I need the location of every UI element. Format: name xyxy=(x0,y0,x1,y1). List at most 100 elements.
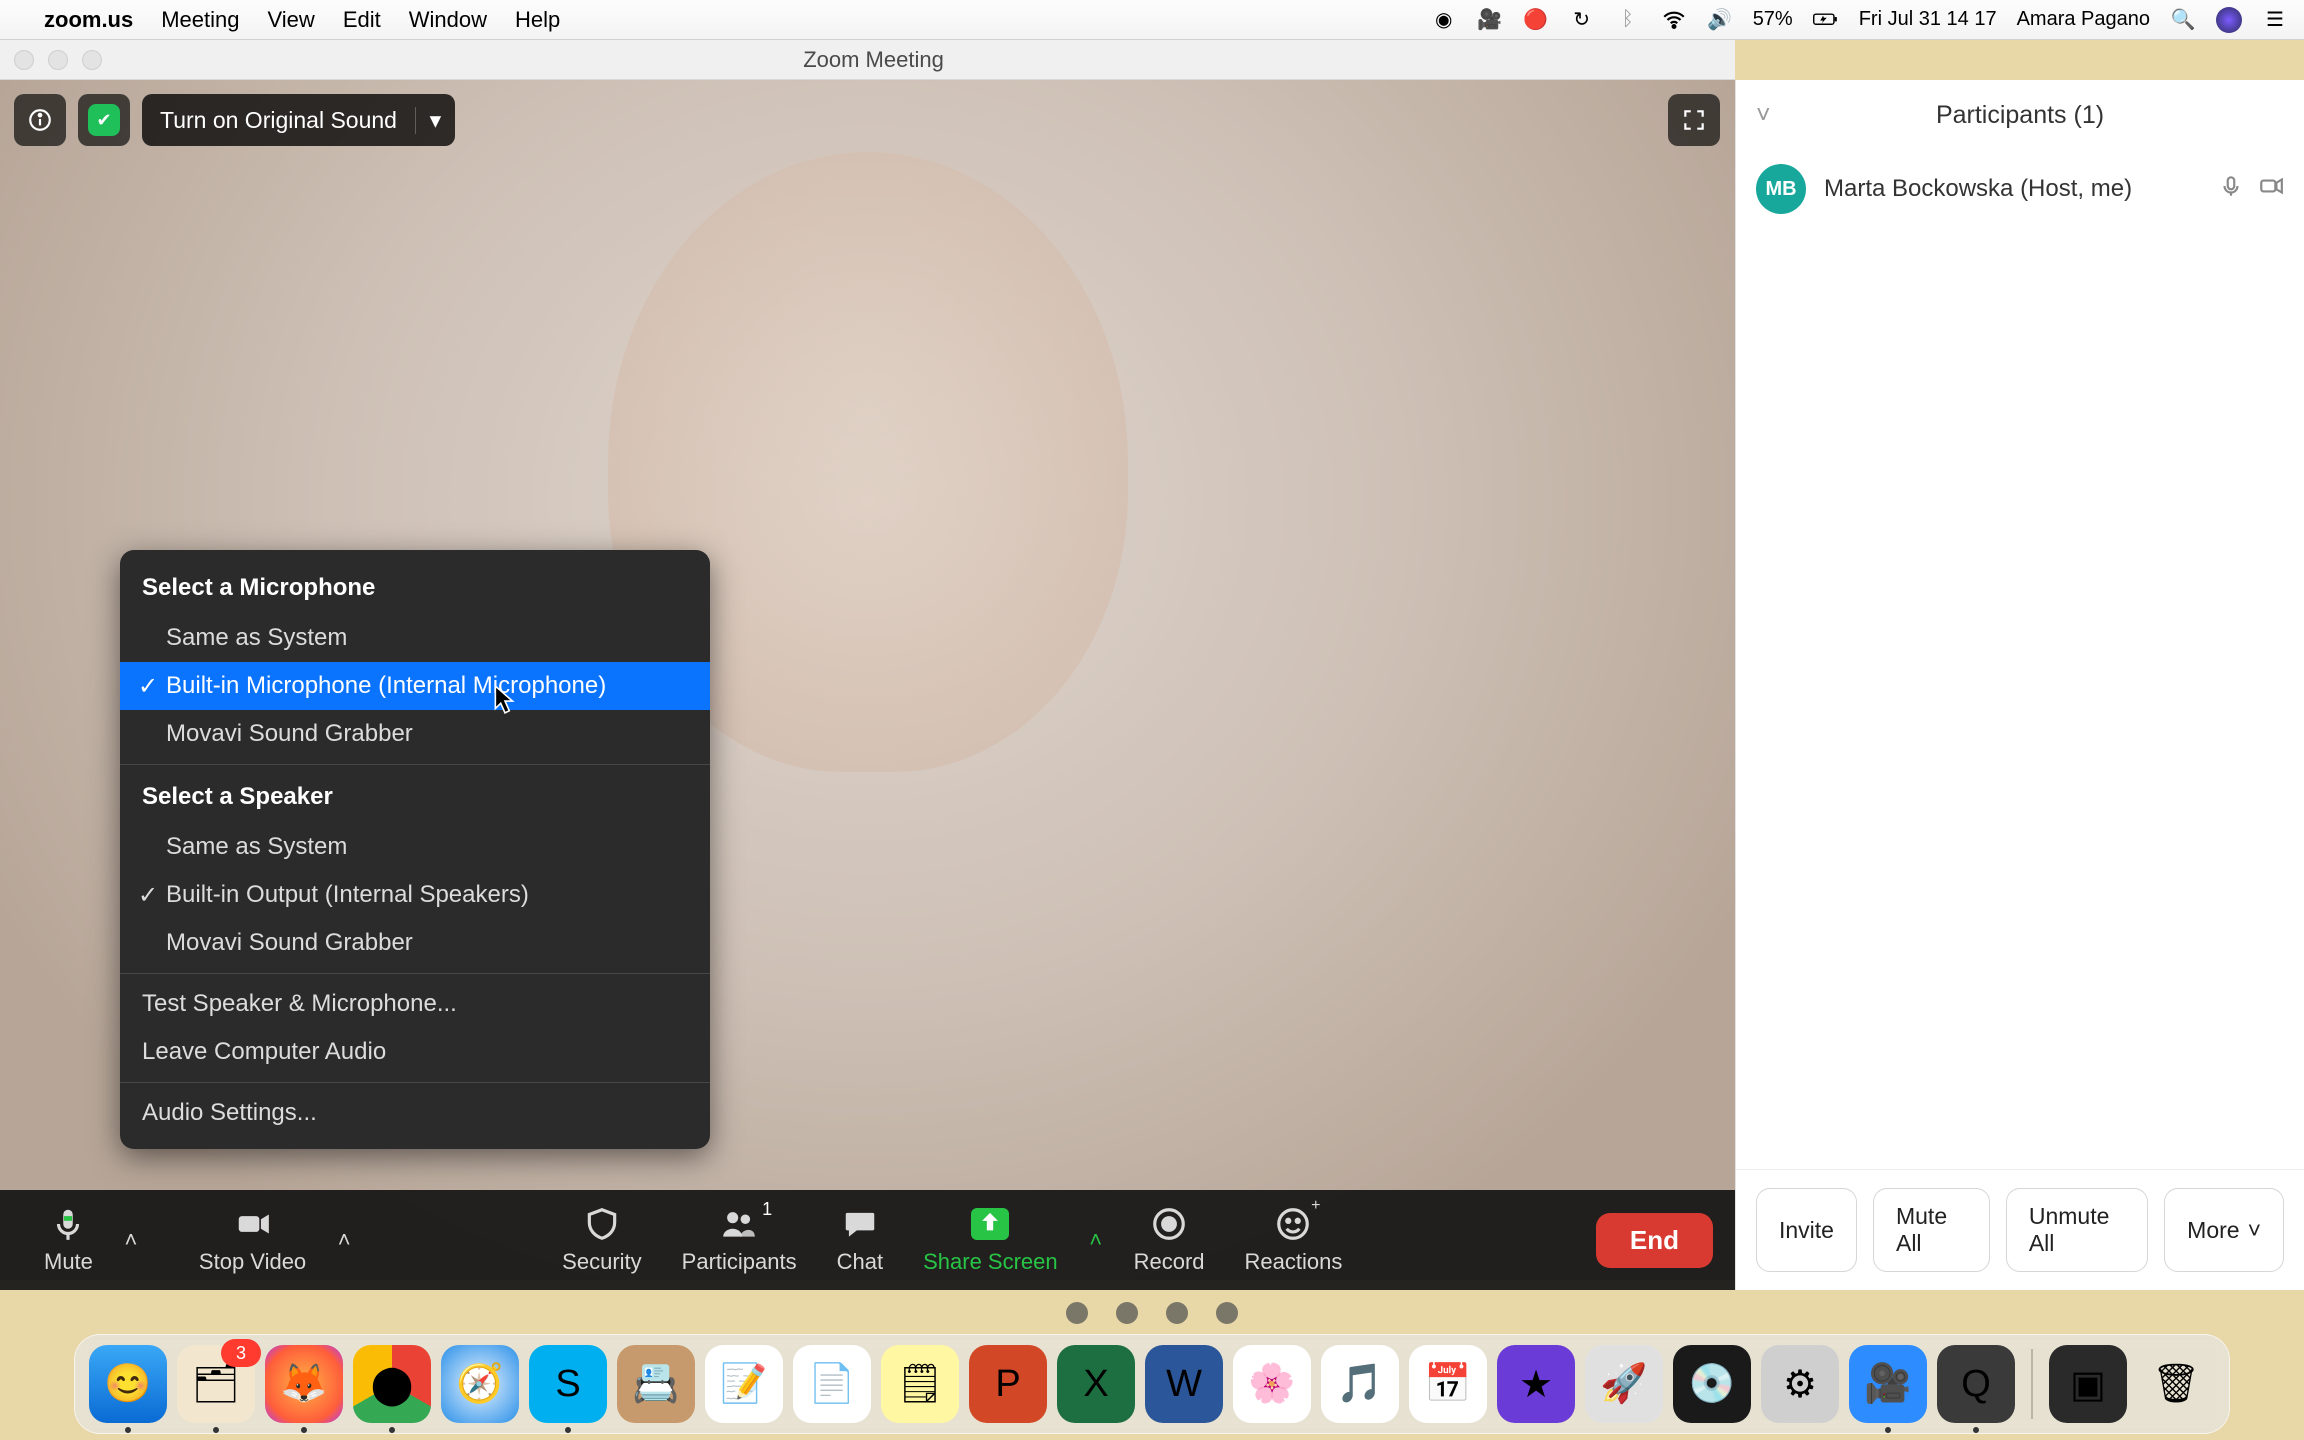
video-menu-caret[interactable]: ˄ xyxy=(326,1227,362,1253)
dock-app-calendar[interactable]: 📅 xyxy=(1409,1345,1487,1423)
mic-option-builtin[interactable]: Built-in Microphone (Internal Microphone… xyxy=(120,662,710,710)
dock-separator xyxy=(2031,1349,2033,1419)
microphone-icon xyxy=(49,1205,87,1243)
original-sound-toggle[interactable]: Turn on Original Sound ▾ xyxy=(142,94,455,146)
encryption-status-button[interactable]: ✔ xyxy=(78,94,130,146)
share-screen-label: Share Screen xyxy=(923,1249,1058,1275)
more-button[interactable]: More ˅ xyxy=(2164,1188,2284,1272)
menubar-app-name[interactable]: zoom.us xyxy=(44,7,133,33)
menu-separator xyxy=(120,764,710,765)
recorder-status-icon[interactable]: 🔴 xyxy=(1523,7,1549,33)
dock-app-music[interactable]: 🎵 xyxy=(1321,1345,1399,1423)
dock-app-screen-recording[interactable]: ▣ xyxy=(2049,1345,2127,1423)
dock-app-excel[interactable]: X xyxy=(1057,1345,1135,1423)
invite-button[interactable]: Invite xyxy=(1756,1188,1857,1272)
dock-app-chrome[interactable]: ⬤ xyxy=(353,1345,431,1423)
battery-percent[interactable]: 57% xyxy=(1753,8,1793,31)
test-speaker-mic[interactable]: Test Speaker & Microphone... xyxy=(120,980,710,1028)
dock-app-trash[interactable]: 🗑 xyxy=(2137,1345,2215,1423)
spk-option-movavi[interactable]: Movavi Sound Grabber xyxy=(120,919,710,967)
shield-icon: ✔ xyxy=(88,104,120,136)
dock-app-photos[interactable]: 🌸 xyxy=(1233,1345,1311,1423)
minimize-window-icon[interactable] xyxy=(48,50,68,70)
dock-running-indicator-icon xyxy=(565,1427,571,1433)
dock-app-system-preferences[interactable]: ⚙ xyxy=(1761,1345,1839,1423)
menubar-item-meeting[interactable]: Meeting xyxy=(161,7,239,33)
dock-app-safari[interactable]: 🧭 xyxy=(441,1345,519,1423)
dock-app-disc[interactable]: 💿 xyxy=(1673,1345,1751,1423)
menubar-item-help[interactable]: Help xyxy=(515,7,560,33)
dock-app-contacts[interactable]: 📇 xyxy=(617,1345,695,1423)
participant-camera-icon[interactable] xyxy=(2258,173,2284,206)
share-screen-button[interactable]: Share Screen xyxy=(903,1205,1078,1275)
menubar-item-view[interactable]: View xyxy=(268,7,315,33)
battery-charging-icon[interactable] xyxy=(1813,7,1839,33)
participants-button[interactable]: 1 Participants xyxy=(662,1205,817,1275)
close-window-icon[interactable] xyxy=(14,50,34,70)
siri-icon[interactable] xyxy=(2216,7,2242,33)
dock-app-zoom[interactable]: 🎥 xyxy=(1849,1345,1927,1423)
dock-running-indicator-icon xyxy=(389,1427,395,1433)
menubar-clock[interactable]: Fri Jul 31 14 17 xyxy=(1859,8,1997,31)
dock-app-imovie[interactable]: ★ xyxy=(1497,1345,1575,1423)
desktop-page-dots[interactable] xyxy=(1066,1302,1238,1324)
dock-app-powerpoint[interactable]: P xyxy=(969,1345,1047,1423)
dock-app-launchpad-rocket[interactable]: 🚀 xyxy=(1585,1345,1663,1423)
volume-icon[interactable]: 🔊 xyxy=(1707,7,1733,33)
wifi-icon[interactable] xyxy=(1661,7,1687,33)
original-sound-caret[interactable]: ▾ xyxy=(415,107,455,134)
menubar-user-name[interactable]: Amara Pagano xyxy=(2017,8,2150,31)
enter-fullscreen-button[interactable] xyxy=(1668,94,1720,146)
mute-label: Mute xyxy=(44,1249,93,1275)
participant-mic-icon[interactable] xyxy=(2218,173,2244,206)
leave-computer-audio[interactable]: Leave Computer Audio xyxy=(120,1028,710,1076)
mute-button[interactable]: Mute xyxy=(24,1205,113,1275)
menubar-item-window[interactable]: Window xyxy=(409,7,487,33)
mic-option-movavi[interactable]: Movavi Sound Grabber xyxy=(120,710,710,758)
facetime-icon[interactable]: 🎥 xyxy=(1477,7,1503,33)
chat-bubble-icon xyxy=(841,1205,879,1243)
reactions-button[interactable]: + Reactions xyxy=(1225,1205,1363,1275)
stop-record-icon[interactable]: ◉ xyxy=(1431,7,1457,33)
audio-menu-caret[interactable]: ˄ xyxy=(113,1227,149,1253)
spotlight-icon[interactable]: 🔍 xyxy=(2170,7,2196,33)
dock-app-quicktime[interactable]: Q xyxy=(1937,1345,2015,1423)
stop-video-label: Stop Video xyxy=(199,1249,306,1275)
chat-button[interactable]: Chat xyxy=(817,1205,903,1275)
menu-separator xyxy=(120,973,710,974)
menubar-item-edit[interactable]: Edit xyxy=(343,7,381,33)
zoom-window-icon[interactable] xyxy=(82,50,102,70)
dock-app-notes[interactable]: 🗒 xyxy=(881,1345,959,1423)
traffic-lights[interactable] xyxy=(14,50,102,70)
spk-option-builtin[interactable]: Built-in Output (Internal Speakers) xyxy=(120,871,710,919)
notification-center-icon[interactable]: ☰ xyxy=(2262,7,2288,33)
audio-settings[interactable]: Audio Settings... xyxy=(120,1089,710,1137)
end-meeting-button[interactable]: End xyxy=(1596,1213,1713,1268)
spk-option-same-as-system[interactable]: Same as System xyxy=(120,823,710,871)
dock-app-mail-like[interactable]: 🗂 xyxy=(177,1345,255,1423)
record-button[interactable]: Record xyxy=(1114,1205,1225,1275)
dock-app-textedit[interactable]: 📄 xyxy=(793,1345,871,1423)
mute-all-button[interactable]: Mute All xyxy=(1873,1188,1990,1272)
participant-name: Marta Bockowska (Host, me) xyxy=(1824,175,2132,203)
dock-app-reminders[interactable]: 📝 xyxy=(705,1345,783,1423)
mic-option-same-as-system[interactable]: Same as System xyxy=(120,614,710,662)
reactions-label: Reactions xyxy=(1245,1249,1343,1275)
dock-app-word[interactable]: W xyxy=(1145,1345,1223,1423)
participant-row[interactable]: MB Marta Bockowska (Host, me) xyxy=(1736,150,2304,228)
stop-video-button[interactable]: Stop Video xyxy=(179,1205,326,1275)
bluetooth-icon[interactable]: ᛒ xyxy=(1615,7,1641,33)
time-machine-icon[interactable]: ↻ xyxy=(1569,7,1595,33)
dock-app-firefox[interactable]: 🦊 xyxy=(265,1345,343,1423)
unmute-all-button[interactable]: Unmute All xyxy=(2006,1188,2148,1272)
security-label: Security xyxy=(562,1249,641,1275)
people-icon: 1 xyxy=(720,1205,758,1243)
mac-dock: 😊🗂🦊⬤🧭S📇📝📄🗒PXW🌸🎵📅★🚀💿⚙🎥Q ▣🗑 xyxy=(74,1334,2230,1434)
collapse-panel-icon[interactable]: ˅ xyxy=(1756,101,1771,130)
share-menu-caret[interactable]: ˄ xyxy=(1078,1227,1114,1253)
video-camera-icon xyxy=(234,1205,272,1243)
meeting-info-button[interactable] xyxy=(14,94,66,146)
dock-app-skype[interactable]: S xyxy=(529,1345,607,1423)
dock-app-finder[interactable]: 😊 xyxy=(89,1345,167,1423)
security-button[interactable]: Security xyxy=(542,1205,661,1275)
